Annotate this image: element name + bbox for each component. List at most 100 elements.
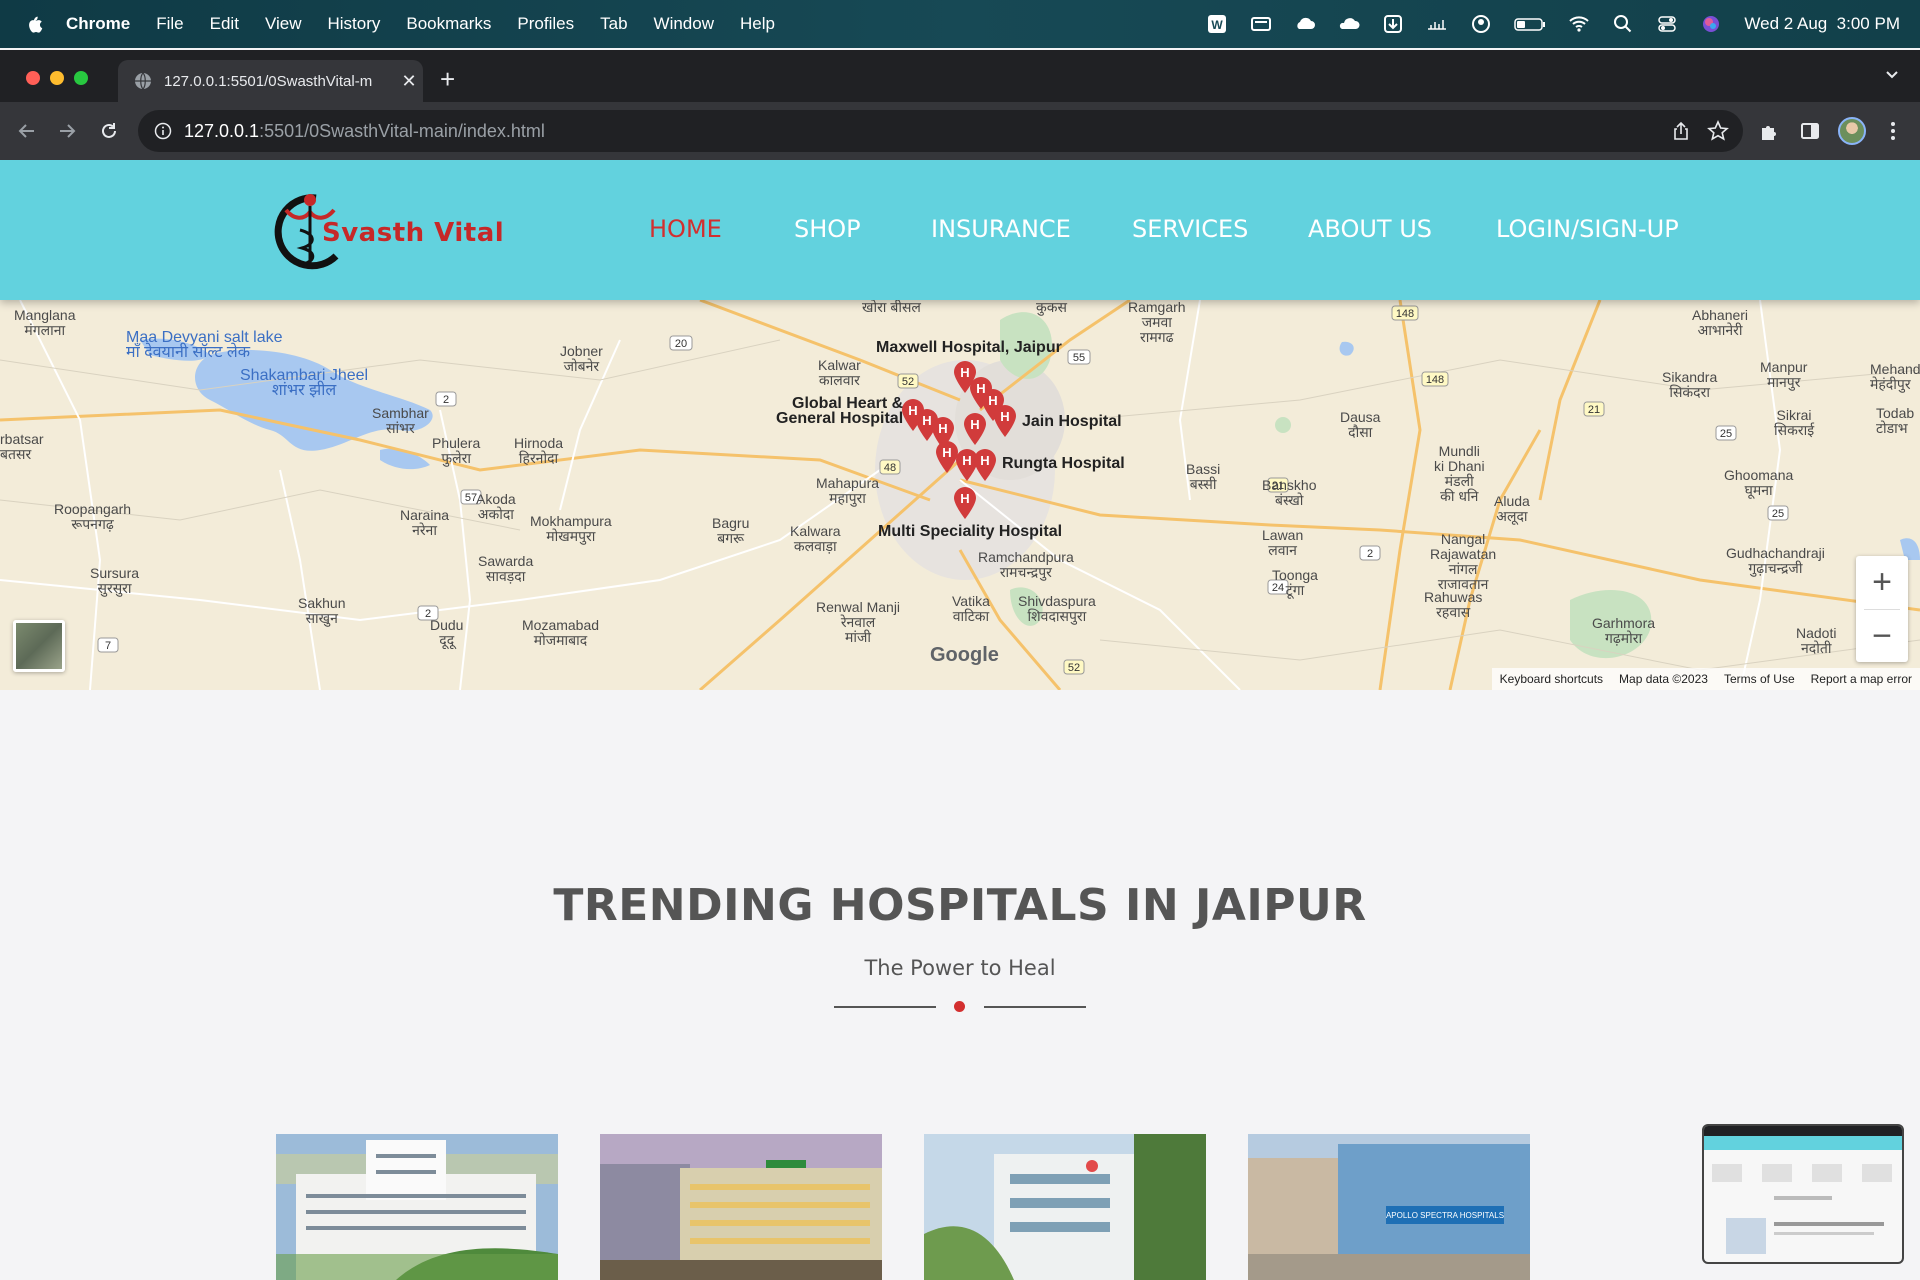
back-arrow-icon[interactable] [16, 120, 38, 142]
satellite-toggle[interactable] [13, 620, 65, 672]
side-panel-icon[interactable] [1799, 120, 1821, 142]
download-icon[interactable] [1382, 13, 1404, 35]
zoom-in-icon[interactable]: + [1856, 556, 1908, 609]
cloud-sync-icon[interactable] [1294, 13, 1316, 35]
nav-home[interactable]: HOME [649, 215, 722, 243]
browser-tab-active[interactable]: 127.0.0.1:5501/0SwasthVital-m ✕ [118, 60, 423, 102]
map-label: Bassi बस्सी [1186, 461, 1221, 492]
map-label: कुकस [1036, 300, 1067, 315]
hospital-card-2[interactable] [600, 1134, 882, 1280]
nav-insurance[interactable]: INSURANCE [931, 215, 1071, 243]
url-path: :5501/0SwasthVital-main/index.html [259, 120, 545, 141]
share-icon[interactable] [1671, 121, 1691, 141]
menu-app-chrome[interactable]: Chrome [66, 14, 130, 34]
extensions-puzzle-icon[interactable] [1758, 120, 1780, 142]
forward-arrow-icon[interactable] [56, 120, 78, 142]
map-label: Maa Devyani salt lake माँ देवयानी सॉल्ट … [126, 329, 283, 361]
hospital-pin-icon[interactable]: H [992, 404, 1018, 438]
hospital-pin-icon[interactable]: H [952, 486, 978, 520]
bookmark-star-icon[interactable] [1707, 120, 1729, 142]
nav-services[interactable]: SERVICES [1132, 215, 1248, 243]
user-account-icon[interactable] [1470, 13, 1492, 35]
hospital-card-1[interactable] [276, 1134, 558, 1280]
map-label: Jobner जोबनेर [560, 343, 603, 374]
hospital-pin-icon[interactable]: H [972, 448, 998, 482]
minimize-window-button[interactable] [50, 71, 64, 85]
status-area: W Wed 2 Aug 3:00 PM [1206, 0, 1900, 48]
keyboard-shortcuts-link[interactable]: Keyboard shortcuts [1500, 672, 1603, 686]
logo-text[interactable]: Svasth Vital [322, 218, 504, 248]
menu-view[interactable]: View [265, 14, 302, 34]
clock[interactable]: Wed 2 Aug 3:00 PM [1744, 14, 1900, 34]
map-label: Bagru बगरू [712, 515, 750, 546]
map-label: Mozamabad मोजमाबाद [522, 617, 600, 648]
spotlight-search-icon[interactable] [1612, 13, 1634, 35]
profile-avatar[interactable] [1838, 117, 1866, 145]
svg-text:H: H [938, 421, 947, 436]
menu-bookmarks[interactable]: Bookmarks [406, 14, 491, 34]
zoom-out-icon[interactable]: − [1856, 610, 1908, 663]
trending-title: TRENDING HOSPITALS IN JAIPUR [553, 880, 1367, 931]
map-label: Sambhar सांभर [372, 405, 429, 436]
terms-of-use-link[interactable]: Terms of Use [1724, 672, 1795, 686]
map-label: Manpur मानपुर [1760, 359, 1808, 390]
nav-about-us[interactable]: ABOUT US [1308, 215, 1432, 243]
nav-shop[interactable]: SHOP [794, 215, 861, 243]
zoom-window-button[interactable] [74, 71, 88, 85]
menu-window[interactable]: Window [654, 14, 714, 34]
hospital-card-4[interactable]: APOLLO SPECTRA HOSPITALS [1248, 1134, 1530, 1280]
map-label: Mokhampura मोखमपुरा [530, 513, 612, 544]
map-label: Renwal Manji रेनवाल मांजी [816, 599, 901, 645]
hospital-map[interactable]: 52 20 55 48 148 148 2 57 21 21 25 25 24 … [0, 300, 1920, 690]
siri-icon[interactable] [1700, 13, 1722, 35]
wifi-icon[interactable] [1568, 13, 1590, 35]
site-info-icon[interactable] [154, 122, 172, 140]
map-zoom-control: + − [1856, 556, 1908, 662]
svg-text:55: 55 [1073, 352, 1085, 364]
map-label-hospital-jain[interactable]: Jain Hospital [1022, 414, 1122, 430]
divider-line-right [984, 1006, 1086, 1008]
hospital-photo-3 [924, 1134, 1206, 1280]
reload-icon[interactable] [98, 120, 120, 142]
svg-text:25: 25 [1772, 508, 1784, 520]
map-label-hospital-global-heart[interactable]: Global Heart & General Hospital [776, 396, 903, 427]
map-label-hospital-rungta[interactable]: Rungta Hospital [1002, 456, 1125, 472]
map-label: Garhmora गढ़मोरा [1592, 615, 1656, 646]
chevron-down-icon[interactable] [1884, 66, 1900, 82]
svg-text:H: H [1000, 409, 1009, 424]
hospital-pin-icon[interactable]: H [962, 412, 988, 446]
tab-title: 127.0.0.1:5501/0SwasthVital-m [164, 72, 373, 90]
screenshot-thumbnail[interactable] [1702, 1124, 1904, 1264]
control-center-icon[interactable] [1656, 13, 1678, 35]
menu-file[interactable]: File [156, 14, 183, 34]
map-label: Manglana मंगलाना [14, 307, 76, 338]
word-icon[interactable]: W [1206, 13, 1228, 35]
menu-profiles[interactable]: Profiles [517, 14, 574, 34]
svg-text:48: 48 [884, 462, 896, 474]
apple-icon[interactable] [24, 13, 44, 35]
map-label-hospital-maxwell[interactable]: Maxwell Hospital, Jaipur [876, 340, 1062, 356]
close-tab-icon[interactable]: ✕ [395, 71, 423, 92]
svg-text:25: 25 [1720, 428, 1732, 440]
report-map-error-link[interactable]: Report a map error [1811, 672, 1912, 686]
address-bar[interactable]: 127.0.0.1:5501/0SwasthVital-main/index.h… [138, 110, 1743, 152]
keyboard-icon[interactable] [1250, 13, 1272, 35]
map-label: Sursura सुरसुरा [90, 565, 140, 596]
map-label-hospital-multi-speciality[interactable]: Multi Speciality Hospital [878, 524, 1062, 540]
nav-login-signup[interactable]: LOGIN/SIGN-UP [1496, 215, 1679, 243]
menu-tab[interactable]: Tab [600, 14, 627, 34]
svg-text:21: 21 [1588, 404, 1600, 416]
cloud-icon[interactable] [1338, 13, 1360, 35]
close-window-button[interactable] [26, 71, 40, 85]
menu-edit[interactable]: Edit [210, 14, 239, 34]
activity-icon[interactable] [1426, 13, 1448, 35]
divider-dot [954, 1001, 965, 1012]
map-label: Gudhachandraji गुढ़ाचन्द्रजी [1726, 545, 1825, 576]
menu-help[interactable]: Help [740, 14, 775, 34]
svg-text:7: 7 [105, 640, 111, 652]
kebab-menu-icon[interactable] [1882, 120, 1904, 142]
battery-icon[interactable] [1514, 13, 1546, 35]
hospital-card-3[interactable] [924, 1134, 1206, 1280]
menu-history[interactable]: History [327, 14, 380, 34]
new-tab-button[interactable]: + [440, 64, 455, 95]
